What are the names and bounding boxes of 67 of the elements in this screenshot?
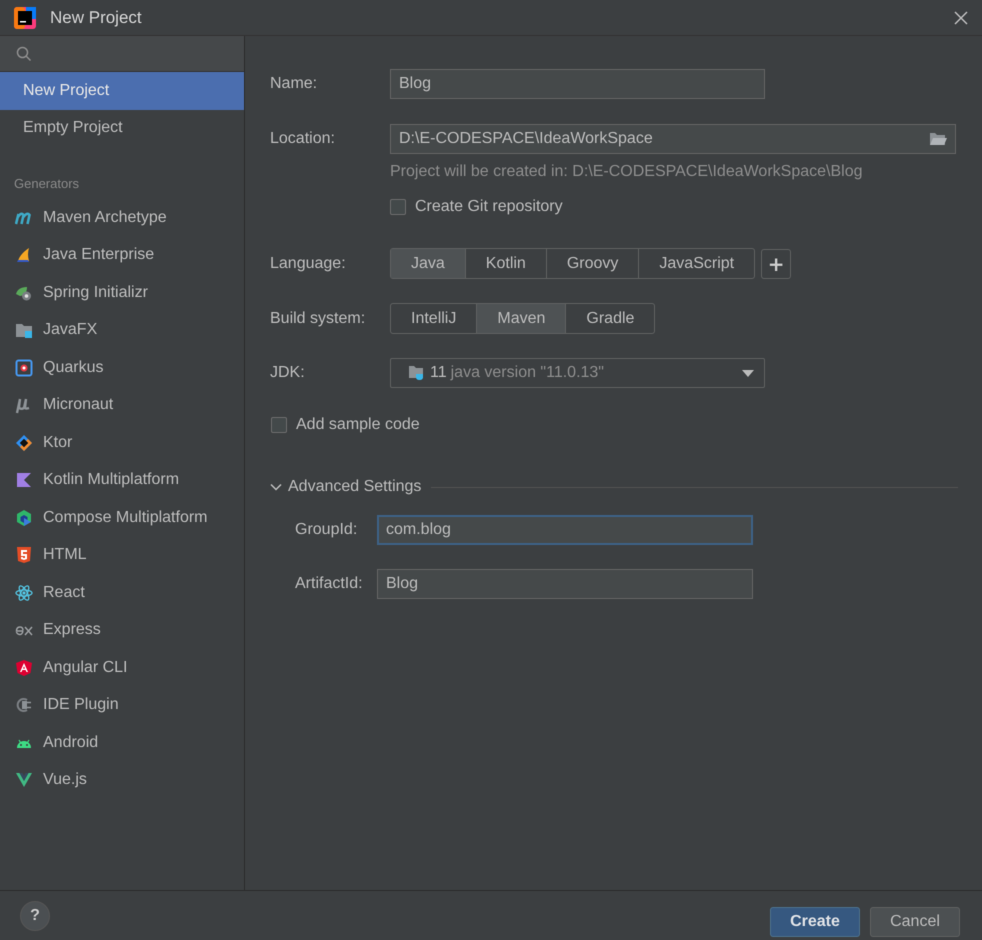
text-field[interactable]: com.blog [377,515,753,545]
generator-item[interactable]: React [0,574,244,612]
generator-item[interactable]: Quarkus [0,349,244,386]
generator-item[interactable]: Compose Multiplatform [0,499,244,536]
text-field[interactable]: Blog [377,569,753,599]
segment-button[interactable]: Kotlin [466,249,547,278]
plug-icon [15,696,33,714]
name-field[interactable]: Blog [390,69,765,99]
window-title: New Project [50,8,143,28]
add-button[interactable]: + [761,248,792,278]
field-label: Build system: [270,310,366,328]
jdk-version: 11 [430,364,447,382]
checkbox-label[interactable]: Create Git repository [415,198,563,216]
generator-item[interactable]: Kotlin Multiplatform [0,462,244,499]
section-heading: Generators [13,175,80,193]
field-label: Name: [270,75,318,93]
chevron-icon[interactable] [270,481,282,493]
folder-icon[interactable] [929,132,947,146]
cancel-button[interactable]: Cancel [870,906,960,936]
v-logo-icon [15,771,33,790]
checkbox-label[interactable]: Add sample code [296,416,420,434]
generator-item[interactable]: Java Enterprise [0,236,244,274]
diamond-icon [15,434,33,452]
field-label: GroupId: [295,521,358,539]
segment-button[interactable]: Java [391,249,466,278]
checkbox[interactable] [271,417,287,433]
segment-button[interactable]: Maven [477,304,566,333]
help-button[interactable]: ? [20,900,50,930]
generator-item[interactable]: Ktor [0,424,244,462]
field-label: ArtifactId: [295,575,364,593]
section-toggle[interactable]: Advanced Settings [288,478,422,496]
search-field[interactable] [0,36,244,72]
generator-item[interactable]: Micronaut [0,386,244,424]
location-field[interactable]: D:\E-CODESPACE\IdeaWorkSpace [390,124,956,154]
dropdown-arrow-icon [742,370,754,376]
atom-icon [15,584,33,602]
field-label: JDK: [270,364,306,382]
html5-shield-icon [15,546,33,564]
generator-item[interactable]: JavaFX [0,312,244,349]
generator-item[interactable]: Spring Initializr [0,274,244,312]
jdk-detail: java version "11.0.13" [450,364,605,382]
sidebar-item[interactable]: Empty Project [0,110,244,147]
hexagon-icon [15,508,33,527]
location-hint: Project will be created in: D:\E-CODESPACE\IdeaWorkSpace\Blog [390,163,862,181]
search-icon [16,46,32,62]
generator-item[interactable]: IDE Plugin [0,686,244,724]
close-icon[interactable] [954,10,968,24]
jdk-dropdown[interactable]: 11 java version "11.0.13" [390,358,765,388]
k-logo-icon [15,471,33,490]
segment-button[interactable]: JavaScript [639,249,754,278]
generator-item[interactable]: Vue.js [0,762,244,799]
generator-item[interactable]: Express [0,612,244,649]
segment-button[interactable]: Groovy [546,249,640,278]
folder-icon [15,321,33,340]
create-button[interactable]: Create [770,906,860,936]
field-label: Language: [270,254,347,272]
generator-item[interactable]: Angular CLI [0,649,244,686]
intellij-logo-icon [14,6,36,28]
folder-cup-icon [408,364,426,382]
field-label: Location: [270,130,336,148]
sidebar-item[interactable]: New Project [0,72,244,110]
checkbox[interactable] [390,199,406,215]
segment-button[interactable]: Gradle [566,304,654,333]
generator-item[interactable]: Maven Archetype [0,199,244,236]
generator-item[interactable]: Android [0,724,244,762]
shield-a-icon [15,658,33,677]
generator-item[interactable]: HTML [0,536,244,574]
